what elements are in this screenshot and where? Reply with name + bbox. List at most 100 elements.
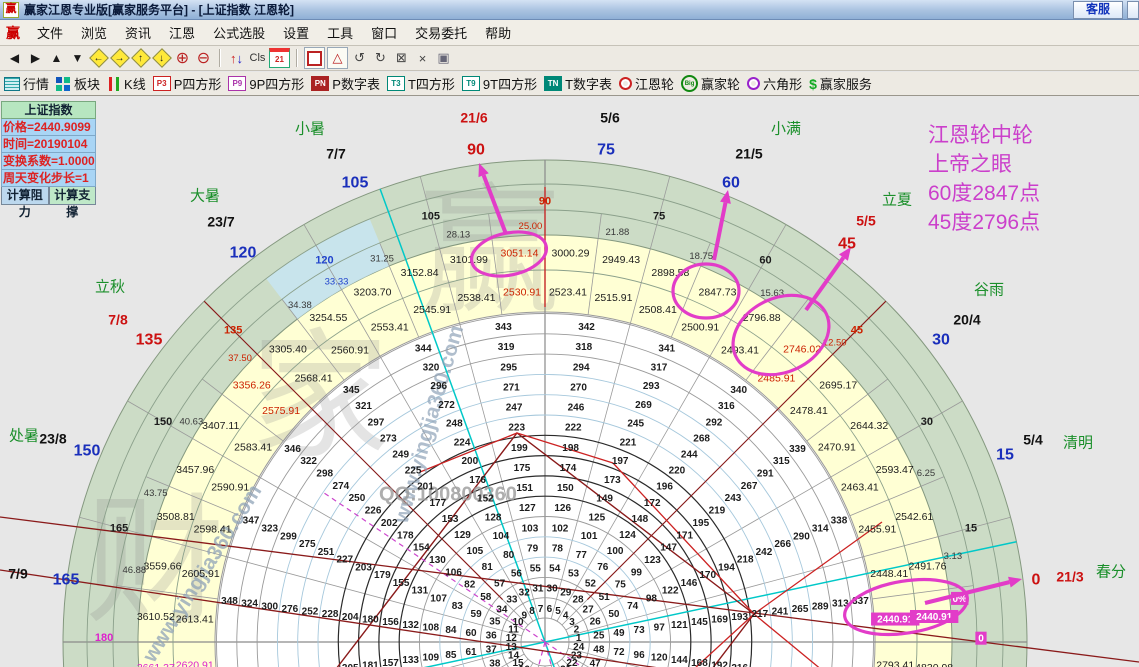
svg-text:72: 72: [613, 647, 625, 658]
svg-text:131: 131: [411, 586, 428, 597]
calendar-icon[interactable]: 21: [269, 48, 290, 68]
menu-item-9[interactable]: 帮助: [476, 21, 520, 44]
svg-text:60: 60: [465, 628, 477, 639]
cls-button[interactable]: Cls: [248, 48, 267, 68]
rotate-down-icon[interactable]: ▼: [68, 48, 87, 68]
svg-text:178: 178: [397, 530, 414, 541]
svg-text:268: 268: [693, 433, 710, 444]
view-9t-square[interactable]: T9 9T四方形: [461, 74, 537, 93]
svg-text:52: 52: [585, 578, 597, 589]
menu-item-6[interactable]: 工具: [318, 21, 362, 44]
svg-text:3101.99: 3101.99: [450, 254, 488, 266]
svg-text:144: 144: [671, 655, 688, 666]
menu-item-1[interactable]: 浏览: [72, 21, 116, 44]
view-label: 9P四方形: [249, 77, 305, 92]
menu-item-8[interactable]: 交易委托: [406, 21, 476, 44]
pan-right-icon[interactable]: →: [110, 48, 130, 68]
menu-item-7[interactable]: 窗口: [362, 21, 406, 44]
window-title: 赢家江恩专业版[赢家服务平台] - [上证指数 江恩轮]: [24, 3, 294, 17]
svg-text:122: 122: [662, 586, 679, 597]
boxed-x-icon[interactable]: ⊠: [392, 48, 411, 68]
view-winner-service[interactable]: $ 赢家服务: [809, 74, 872, 93]
zoom-in-icon[interactable]: ⊕: [173, 48, 192, 68]
draw-triangle-icon[interactable]: △: [327, 47, 348, 69]
view-9p-square[interactable]: P9 9P四方形: [228, 74, 304, 93]
svg-text:196: 196: [656, 482, 673, 493]
svg-text:45: 45: [851, 325, 863, 337]
pan-up-icon[interactable]: ↑: [131, 48, 151, 68]
view-hexagon[interactable]: 六角形: [747, 74, 802, 93]
svg-text:109: 109: [422, 653, 439, 664]
board-icon[interactable]: ▣: [434, 48, 453, 68]
svg-text:立秋: 立秋: [95, 279, 125, 296]
view-kline[interactable]: K线: [107, 74, 146, 93]
svg-text:275: 275: [299, 539, 316, 550]
nav-prev-icon[interactable]: ◀: [5, 48, 24, 68]
svg-text:291: 291: [757, 469, 774, 480]
title-bar: 赢 赢家江恩专业版[赢家服务平台] - [上证指数 江恩轮] 客服: [0, 0, 1139, 20]
svg-text:347: 347: [243, 516, 260, 527]
view-t-table[interactable]: TN T数字表: [544, 74, 612, 93]
menu-item-2[interactable]: 资讯: [116, 21, 160, 44]
svg-text:217: 217: [752, 609, 769, 620]
menu-item-5[interactable]: 设置: [274, 21, 318, 44]
svg-text:244: 244: [681, 449, 698, 460]
view-t-square[interactable]: T3 T四方形: [386, 74, 455, 93]
svg-text:90: 90: [467, 142, 485, 159]
view-label: 江恩轮: [635, 77, 675, 92]
pan-down-icon[interactable]: ↓: [152, 48, 172, 68]
customer-service-button[interactable]: 客服: [1072, 0, 1123, 19]
menu-bar: 赢 文件 浏览 资讯 江恩 公式选股 设置 工具 窗口 交易委托 帮助: [0, 20, 1139, 46]
calc-support-button[interactable]: 计算支撑: [48, 187, 96, 219]
view-quotes[interactable]: 行情: [4, 74, 49, 93]
svg-text:38: 38: [489, 658, 501, 667]
svg-text:198: 198: [562, 443, 579, 454]
menu-item-4[interactable]: 公式选股: [204, 21, 274, 44]
svg-text:314: 314: [812, 523, 829, 534]
svg-text:128: 128: [485, 512, 502, 523]
coef-row: 变换系数=1.00000: [1, 153, 96, 170]
rotate-cw-icon[interactable]: ↻: [371, 48, 390, 68]
svg-text:123: 123: [644, 555, 661, 566]
pan-left-icon[interactable]: ←: [89, 48, 109, 68]
view-p-square[interactable]: P3 P四方形: [152, 74, 221, 93]
titlebar-partial-button[interactable]: [1127, 0, 1139, 19]
svg-text:49: 49: [613, 628, 625, 639]
svg-text:157: 157: [382, 658, 399, 667]
updown-arrows-icon[interactable]: ↑ ↓: [227, 48, 246, 68]
svg-text:2568.41: 2568.41: [295, 373, 333, 385]
svg-text:53: 53: [568, 569, 580, 580]
svg-text:105: 105: [467, 546, 484, 557]
svg-text:154: 154: [413, 543, 430, 554]
menu-item-3[interactable]: 江恩: [160, 21, 204, 44]
svg-text:135: 135: [136, 332, 163, 349]
draw-square-icon[interactable]: [304, 47, 325, 69]
svg-text:74: 74: [627, 601, 639, 612]
svg-text:2500.91: 2500.91: [681, 322, 719, 334]
view-p-table[interactable]: PN P数字表: [311, 74, 380, 93]
svg-text:61: 61: [465, 647, 477, 658]
svg-text:152: 152: [477, 494, 494, 505]
svg-text:252: 252: [302, 607, 319, 618]
svg-text:103: 103: [522, 523, 539, 534]
svg-text:192: 192: [711, 660, 728, 667]
clear-x-icon[interactable]: ×: [413, 48, 432, 68]
svg-text:30: 30: [547, 584, 559, 595]
svg-text:97: 97: [654, 622, 666, 633]
svg-text:2575.91: 2575.91: [262, 405, 300, 417]
view-gann-wheel[interactable]: 江恩轮: [619, 74, 674, 93]
svg-text:2847.73: 2847.73: [699, 287, 737, 299]
nav-next-icon[interactable]: ▶: [26, 48, 45, 68]
svg-text:294: 294: [573, 362, 590, 373]
calc-resistance-button[interactable]: 计算阻力: [1, 187, 49, 219]
svg-text:3508.81: 3508.81: [157, 511, 195, 523]
rotate-ccw-icon[interactable]: ↺: [350, 48, 369, 68]
rotate-up-icon[interactable]: ▲: [47, 48, 66, 68]
zoom-out-icon[interactable]: ⊖: [194, 48, 213, 68]
menu-item-0[interactable]: 文件: [28, 21, 72, 44]
svg-text:60: 60: [759, 255, 771, 267]
view-winner-wheel[interactable]: Big 赢家轮: [681, 74, 740, 93]
view-sectors[interactable]: 板块: [56, 74, 100, 93]
view-label: T四方形: [407, 77, 455, 92]
svg-text:QQ:100800360: QQ:100800360: [379, 484, 517, 506]
